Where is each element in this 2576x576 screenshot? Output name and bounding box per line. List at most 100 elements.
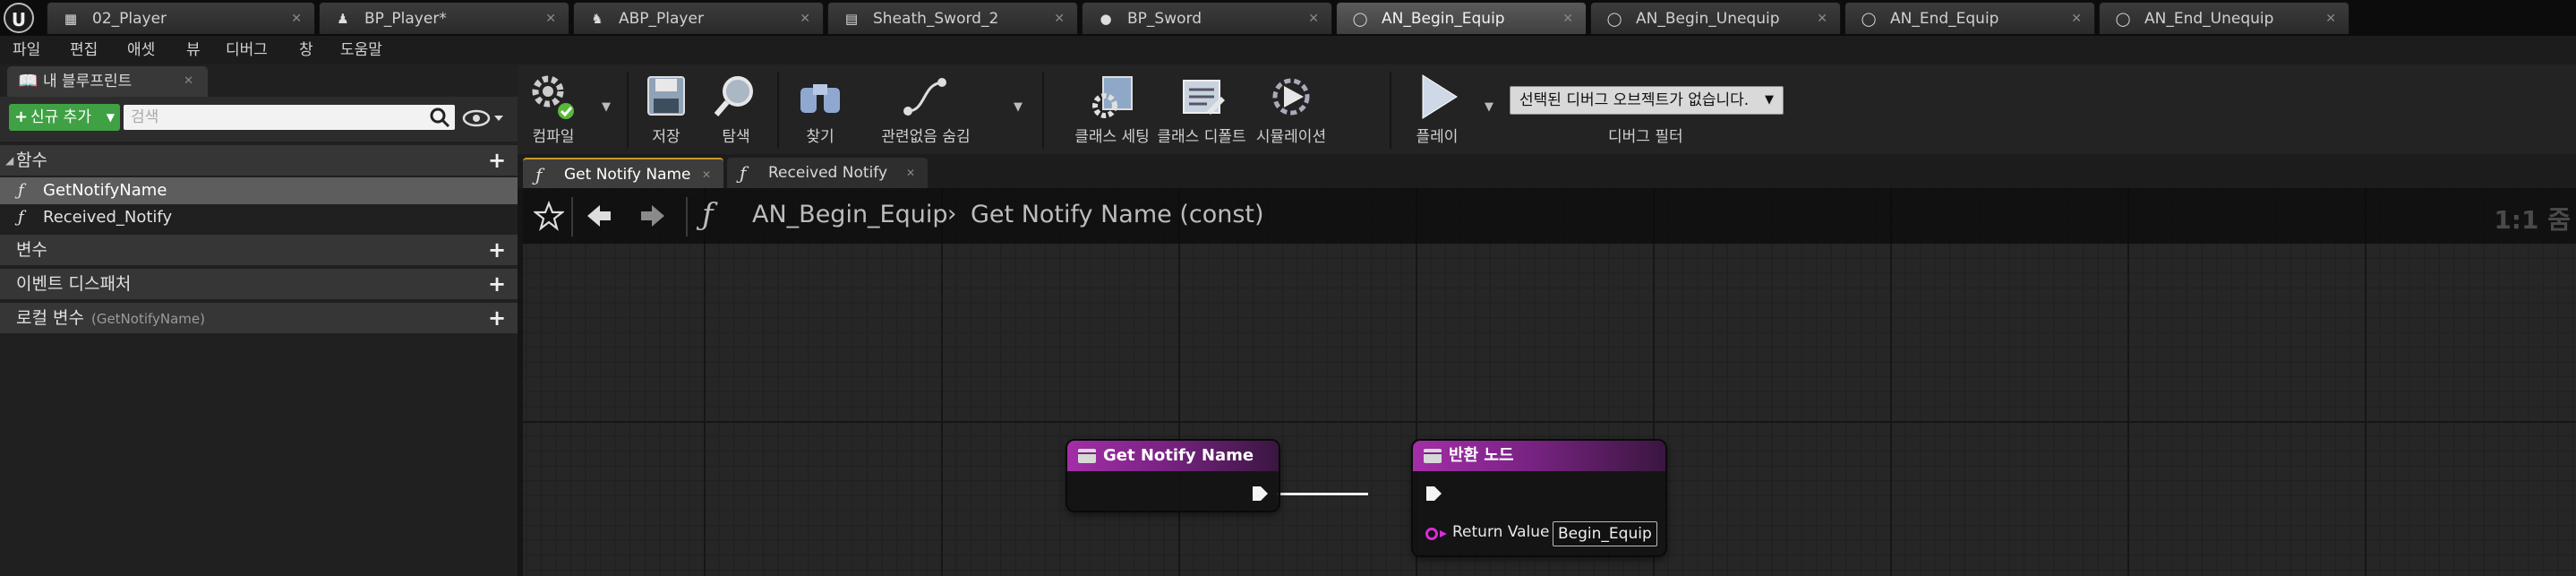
search-input[interactable] (124, 105, 455, 130)
exec-wire[interactable] (1277, 493, 1368, 495)
close-icon[interactable]: ✕ (1308, 3, 1319, 34)
menu-edit[interactable]: 편집 (70, 36, 98, 64)
close-icon[interactable]: ✕ (2325, 3, 2336, 34)
hide-unrelated-dropdown-icon[interactable]: ▼ (1014, 100, 1023, 114)
function-entry-node[interactable]: Get Notify Name (1067, 441, 1279, 511)
close-icon[interactable]: ✕ (1817, 3, 1827, 34)
node-title: Get Notify Name (1103, 446, 1254, 465)
menu-bar: 파일 편집 애셋 뷰 디버그 창 도움말 (0, 36, 2576, 64)
plus-icon: + (14, 107, 29, 126)
doc-tab-bp-player[interactable]: ♟ BP_Player* ✕ (319, 2, 569, 34)
doc-tab-label: ABP_Player (619, 10, 704, 28)
compile-dropdown-icon[interactable]: ▼ (602, 100, 611, 114)
section-variables-label: 변수 (16, 240, 47, 260)
class-settings-label: 클래스 세팅 (1074, 128, 1150, 146)
menu-asset[interactable]: 애셋 (127, 36, 155, 64)
play-dropdown-icon[interactable]: ▼ (1485, 100, 1493, 114)
function-icon: ƒ (702, 197, 714, 233)
collapse-arrow-icon[interactable]: ◢ (5, 145, 13, 176)
find-button[interactable]: 찾기 (793, 70, 847, 150)
add-new-button[interactable]: + 신규 추가 ▼ (9, 104, 120, 131)
compile-button[interactable]: 컴파일 (526, 70, 580, 150)
forward-arrow-icon[interactable] (639, 202, 666, 229)
close-icon[interactable]: ✕ (1054, 3, 1065, 34)
search-icon[interactable] (428, 106, 451, 129)
doc-tab-sheath-sword[interactable]: ▤ Sheath_Sword_2 ✕ (827, 2, 1078, 34)
return-node[interactable]: 반환 노드 Return Value Begin_Equip (1413, 441, 1665, 555)
simulation-button[interactable]: 시뮬레이션 (1256, 70, 1326, 150)
doc-tab-an-end-unequip[interactable]: ◯ AN_End_Unequip ✕ (2099, 2, 2349, 34)
section-variables[interactable]: 변수 + (0, 235, 518, 265)
doc-tab-label: BP_Player* (364, 10, 447, 28)
close-icon[interactable]: ✕ (291, 3, 302, 34)
close-icon[interactable]: ✕ (702, 159, 711, 190)
function-icon: ƒ (740, 162, 747, 184)
section-local-variables[interactable]: 로컬 변수 (GetNotifyName) + (0, 303, 518, 333)
doc-tab-an-begin-unequip[interactable]: ◯ AN_Begin_Unequip ✕ (1590, 2, 1841, 34)
find-label: 찾기 (806, 128, 834, 146)
add-event-dispatcher-button[interactable]: + (487, 273, 507, 295)
add-local-variable-button[interactable]: + (487, 307, 507, 329)
doc-tab-label: AN_End_Unequip (2144, 10, 2274, 28)
exec-input-pin-icon[interactable] (1424, 484, 1443, 503)
close-icon[interactable]: ✕ (1562, 3, 1573, 34)
class-defaults-label: 클래스 디폴트 (1157, 128, 1246, 146)
menu-debug[interactable]: 디버그 (226, 36, 268, 64)
close-icon[interactable]: ✕ (184, 66, 193, 97)
doc-tab-bp-sword[interactable]: ● BP_Sword ✕ (1082, 2, 1332, 34)
graph-tab-bar: ƒ Get Notify Name ✕ ƒ Received Notify ✕ (518, 154, 2576, 188)
add-new-label: 신규 추가 (30, 108, 91, 126)
doc-tab-an-end-equip[interactable]: ◯ AN_End_Equip ✕ (1844, 2, 2095, 34)
graph-canvas[interactable]: ƒ AN_Begin_Equip › Get Notify Name (cons… (523, 188, 2576, 576)
my-blueprint-tab[interactable]: 📖 내 블루프린트 ✕ (7, 66, 208, 97)
doc-tab-02-player[interactable]: ▦ 02_Player ✕ (47, 2, 315, 34)
exec-output-pin-icon[interactable] (1250, 484, 1270, 503)
menu-view[interactable]: 뷰 (186, 36, 201, 64)
unreal-logo-icon[interactable]: U (4, 3, 34, 33)
add-function-button[interactable]: + (487, 150, 507, 171)
graph-breadcrumb-bar: ƒ AN_Begin_Equip › Get Notify Name (cons… (523, 188, 2576, 244)
tab-received-notify[interactable]: ƒ Received Notify ✕ (727, 158, 928, 188)
pin-arrow-icon (1440, 530, 1447, 537)
menu-help[interactable]: 도움말 (340, 36, 382, 64)
play-icon (1422, 74, 1458, 119)
save-button[interactable]: 저장 (639, 70, 693, 150)
compile-label: 컴파일 (532, 128, 575, 146)
montage-icon: ▤ (844, 11, 859, 27)
section-functions[interactable]: ◢ 함수 + (0, 145, 518, 176)
section-event-dispatchers[interactable]: 이벤트 디스패처 + (0, 269, 518, 299)
class-defaults-button[interactable]: 클래스 디폴트 (1157, 70, 1246, 150)
close-icon[interactable]: ✕ (800, 3, 810, 34)
simulation-icon (1272, 78, 1310, 116)
return-value-input[interactable]: Begin_Equip (1553, 521, 1657, 546)
tab-get-notify-name[interactable]: ƒ Get Notify Name ✕ (523, 158, 723, 188)
doc-tab-abp-player[interactable]: ♞ ABP_Player ✕ (573, 2, 824, 34)
section-functions-label: 함수 (16, 150, 47, 170)
return-value-pin-icon[interactable] (1425, 528, 1438, 540)
chevron-down-icon: ▼ (106, 111, 115, 124)
play-button[interactable]: 플레이 (1406, 70, 1468, 150)
close-icon[interactable]: ✕ (906, 158, 915, 188)
compile-gear-icon (532, 75, 574, 119)
breadcrumb-root[interactable]: AN_Begin_Equip (752, 201, 948, 228)
function-item-getnotifyname[interactable]: ƒ GetNotifyName (0, 177, 518, 204)
add-variable-button[interactable]: + (487, 239, 507, 261)
eye-icon[interactable] (462, 107, 505, 129)
close-icon[interactable]: ✕ (545, 3, 556, 34)
function-icon: ƒ (18, 181, 24, 200)
menu-window[interactable]: 창 (299, 36, 313, 64)
class-settings-button[interactable]: 클래스 세팅 (1074, 70, 1150, 150)
class-settings-icon (1092, 76, 1133, 118)
graph-tab-label: Get Notify Name (564, 166, 691, 184)
browse-button[interactable]: 탐색 (709, 70, 763, 150)
blueprint-editor-area: 컴파일 ▼ 저장 탐색 찾기 관련없음 숨김 ▼ 클래스 세팅 클래스 디폴트 … (518, 64, 2576, 576)
hide-unrelated-button[interactable]: 관련없음 숨김 (881, 70, 971, 150)
star-icon[interactable] (534, 201, 564, 231)
doc-tab-an-begin-equip[interactable]: ◯ AN_Begin_Equip ✕ (1336, 2, 1587, 34)
function-item-received-notify[interactable]: ƒ Received_Notify (0, 204, 518, 231)
debug-object-select[interactable]: 선택된 디버그 오브젝트가 없습니다. ▼ (1510, 86, 1784, 115)
book-icon: 📖 (18, 72, 39, 90)
menu-file[interactable]: 파일 (13, 36, 40, 64)
back-arrow-icon[interactable] (586, 202, 612, 229)
close-icon[interactable]: ✕ (2071, 3, 2082, 34)
